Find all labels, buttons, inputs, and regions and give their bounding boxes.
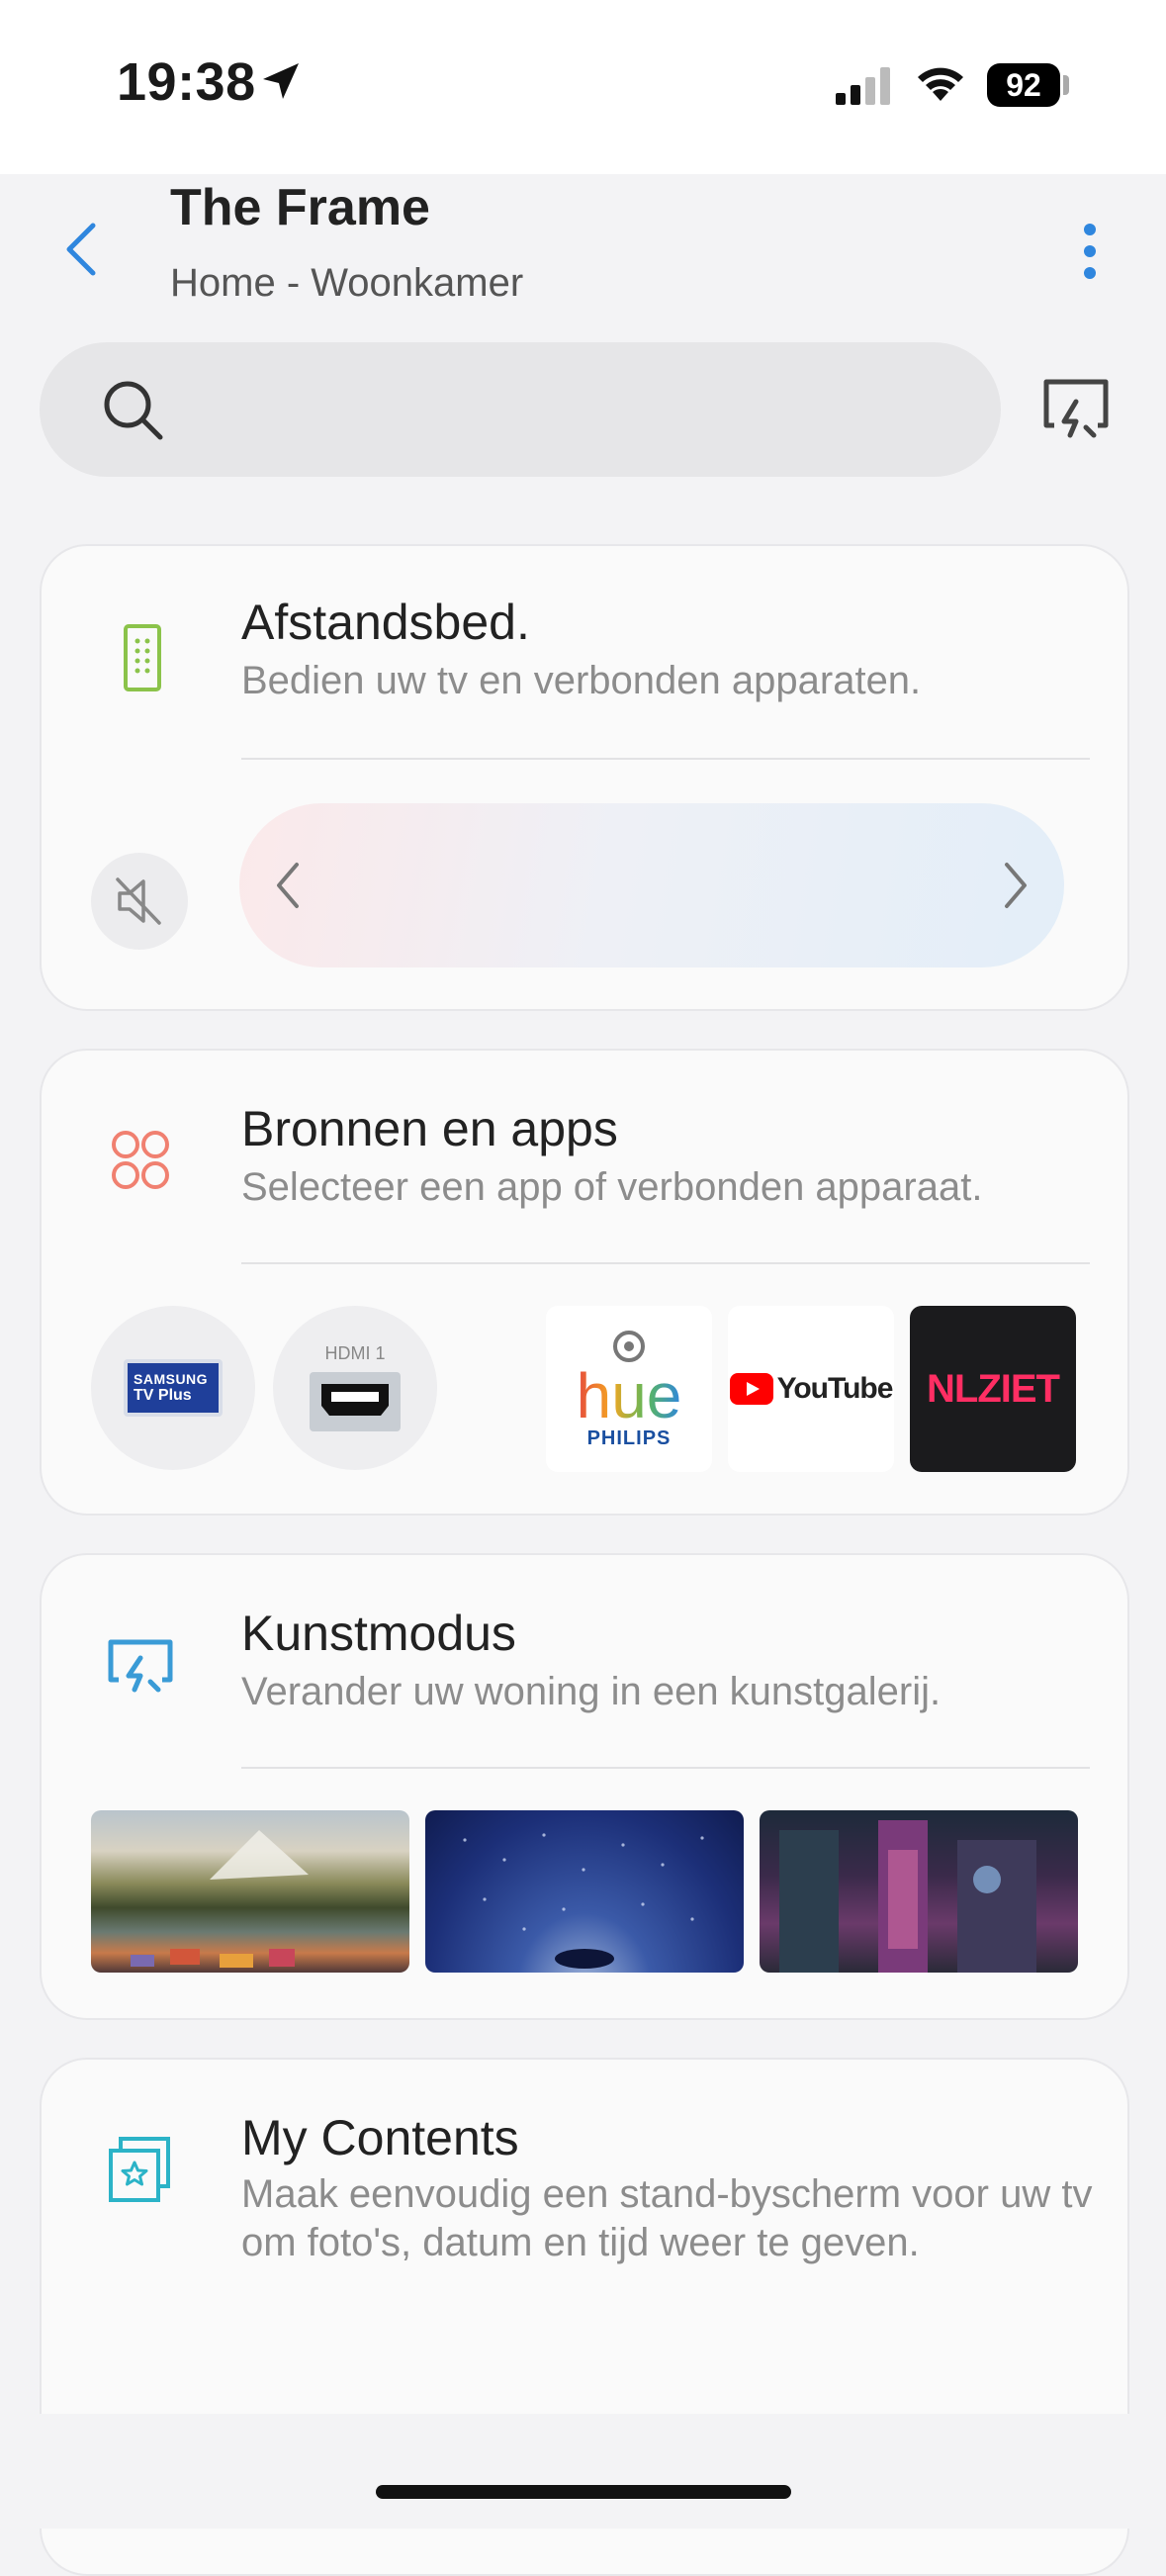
city-shape [779,1820,1036,1973]
youtube-wordmark: YouTube [776,1372,894,1405]
more-options-icon[interactable] [1078,222,1102,281]
remote-divider [241,758,1090,760]
nlziet-app-tile[interactable]: NLZIET [910,1306,1076,1472]
sources-divider [241,1262,1090,1264]
apps-grid-icon [112,1131,169,1189]
location-arrow-icon [263,63,299,99]
status-time: 19:38 [117,52,256,112]
signal-icon [836,67,890,105]
wifi-icon [918,67,963,101]
mute-button[interactable] [91,853,188,950]
nlziet-wordmark: NLZIET [927,1366,1060,1411]
samsung-tv-plus-logo: SAMSUNG TV Plus [124,1359,223,1417]
page-title: The Frame [170,179,430,236]
sources-description: Selecteer een app of verbonden apparaat. [241,1165,983,1209]
my-contents-description: Maak eenvoudig een stand-byscherm voor u… [241,2172,1093,2264]
remote-description: Bedien uw tv en verbonden apparaten. [241,659,922,702]
sources-title: Bronnen en apps [241,1101,618,1156]
channel-control[interactable] [239,803,1064,967]
bottom-area [0,2414,1166,2529]
hue-logo-icon [613,1330,645,1362]
hdmi1-label: HDMI 1 [324,1342,386,1363]
art-mode-icon [108,1639,173,1693]
samsung-wordmark: SAMSUNG [134,1371,209,1387]
artwork-city-theater[interactable] [760,1810,1078,1973]
art-mode-title: Kunstmodus [241,1606,516,1661]
dome-shape [463,1833,704,1969]
my-contents-title: My Contents [241,2110,519,2165]
battery-indicator: 92 [987,63,1060,107]
hue-app-tile[interactable]: hue PHILIPS [546,1306,712,1472]
battery-tip [1063,75,1069,95]
artwork-mountain-lake[interactable] [91,1810,409,1973]
philips-wordmark: PHILIPS [586,1426,672,1449]
mute-icon [116,877,161,925]
remote-control-icon [124,624,161,691]
my-contents-icon [109,2137,170,2202]
remote-title: Afstandsbed. [241,595,530,650]
remote-card[interactable]: Afstandsbed. Bedien uw tv en verbonden a… [40,544,1129,1011]
hue-wordmark: hue [576,1359,682,1431]
sources-card[interactable]: Bronnen en apps Selecteer een app of ver… [40,1049,1129,1516]
home-indicator[interactable] [376,2485,791,2499]
hdmi1-source[interactable]: HDMI 1 [273,1306,437,1470]
mountain-shape [131,1830,309,1968]
page-subtitle: Home - Woonkamer [170,261,524,305]
youtube-play-icon [729,1373,773,1405]
back-arrow-icon[interactable] [61,220,101,279]
art-mode-description: Verander uw woning in een kunstgalerij. [241,1670,942,1713]
search-input[interactable] [40,342,1001,477]
status-bar: 19:38 92 [0,0,1166,174]
art-divider [241,1767,1090,1769]
samsung-tv-plus-source[interactable]: SAMSUNG TV Plus [91,1306,255,1470]
tv-plus-wordmark: TV Plus [134,1387,192,1404]
art-mode-card[interactable]: Kunstmodus Verander uw woning in een kun… [40,1553,1129,2020]
artwork-blue-dome[interactable] [425,1810,744,1973]
search-icon [104,381,163,440]
hdmi-port-icon [310,1371,401,1431]
youtube-app-tile[interactable]: YouTube [728,1306,894,1472]
channel-down-icon[interactable] [273,861,303,910]
cast-screen-icon[interactable] [1040,378,1112,441]
channel-up-icon[interactable] [1001,861,1031,910]
